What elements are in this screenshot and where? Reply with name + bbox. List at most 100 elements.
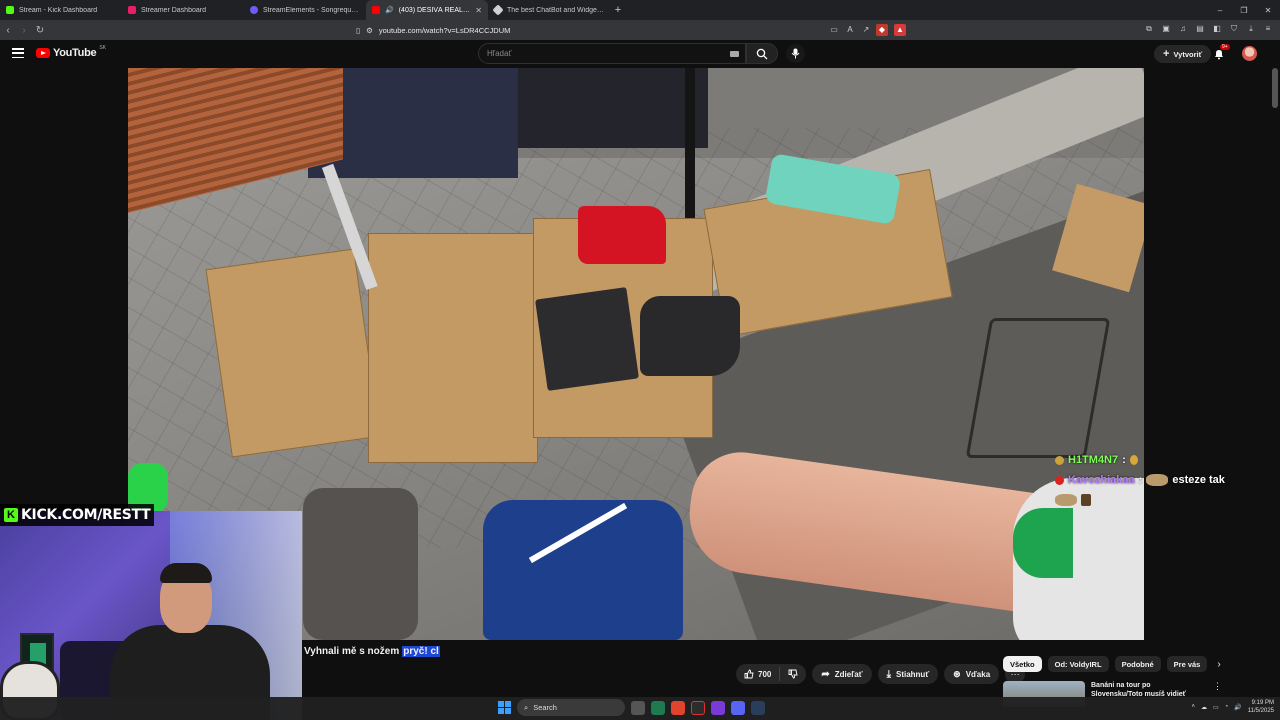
title-highlight: pryč! cl [402, 646, 440, 657]
tab-title: Stream - Kick Dashboard [19, 6, 98, 14]
taskbar-search-label: Search [533, 703, 557, 712]
profile-icon[interactable]: ◧ [1211, 23, 1223, 35]
dislike-button[interactable] [780, 669, 806, 679]
tab-title: Streamer Dashboard [141, 6, 206, 14]
notification-badge: 9+ [1220, 44, 1230, 50]
keyboard-icon[interactable] [730, 51, 739, 57]
menu-icon[interactable]: ≡ [1262, 23, 1274, 35]
brave-rewards-icon[interactable]: ▲ [894, 24, 906, 36]
speaker-icon: 🔊 [385, 7, 394, 14]
screen: Stream - Kick Dashboard Streamer Dashboa… [0, 0, 1280, 720]
thanks-button[interactable]: ⊛ Vďaka [944, 664, 1000, 684]
tab-streamer-dashboard[interactable]: Streamer Dashboard [122, 0, 244, 20]
back-icon[interactable]: ‹ [0, 25, 16, 36]
microphone-icon [791, 48, 800, 59]
chat-overlay: H1TM4N7 : Kavozhiakaa : esteze tak [1055, 450, 1255, 510]
tab-chatbot[interactable]: The best ChatBot and Widgets for Ki… [488, 0, 610, 20]
related-filter-chips: Všetko Od: VoldyIRL Podobné Pre vás › [1003, 656, 1221, 672]
like-button[interactable]: 700 [736, 667, 781, 681]
chat-message: Kavozhiakaa : esteze tak [1055, 470, 1255, 490]
video-scene-red-cloth [578, 206, 666, 264]
kick-favicon-icon [6, 6, 14, 14]
thanks-label: Vďaka [965, 669, 991, 679]
minimize-icon[interactable]: – [1208, 6, 1232, 15]
extension-icon[interactable]: ⧉ [1143, 23, 1155, 35]
chat-emote-icon [1129, 455, 1138, 465]
chip-related[interactable]: Podobné [1114, 656, 1161, 672]
chat-badge-icon [1055, 455, 1064, 465]
secondary-column [1144, 68, 1280, 640]
search-input[interactable]: Hľadať [478, 43, 746, 64]
media-icon[interactable]: ♫ [1177, 23, 1189, 35]
like-dislike-group: 700 [736, 664, 807, 684]
address-bar[interactable]: ▯ ⚙ youtube.com/watch?v=LsDR4CCJDUM [350, 23, 910, 37]
chip-for-you[interactable]: Pre vás [1166, 656, 1208, 672]
system-tray: ˄ ☁ ▭ ◔ 🔊 9:19 PM 11/5/2025 [1191, 699, 1274, 715]
video-scene-cart [965, 318, 1111, 458]
tab-title: (403) DĚSIVÁ REALITA CHILE… [398, 6, 471, 14]
download-button[interactable]: ⤓ Stiahnuť [877, 664, 939, 684]
download-icon: ⤓ [886, 668, 891, 680]
volume-icon[interactable]: 🔊 [1234, 704, 1241, 711]
chevron-up-icon[interactable]: ˄ [1191, 704, 1195, 710]
site-info-icon[interactable]: ⚙ [366, 26, 373, 35]
battery-icon[interactable]: ▭ [1213, 704, 1219, 711]
chevron-right-icon[interactable]: › [1217, 659, 1220, 670]
tab-youtube-video[interactable]: 🔊 (403) DĚSIVÁ REALITA CHILE… ✕ [366, 0, 488, 20]
like-count: 700 [758, 669, 772, 679]
windows-start-icon[interactable] [498, 701, 511, 714]
video-scene-black-cloth [640, 296, 740, 376]
taskbar-clock[interactable]: 9:19 PM 11/5/2025 [1248, 699, 1274, 715]
cast-icon[interactable]: ▭ [828, 24, 840, 36]
thumbs-up-icon [744, 669, 754, 679]
page-scrollbar[interactable] [1272, 68, 1278, 108]
vpn-icon[interactable]: ⛉ [1228, 23, 1240, 35]
clock-time: 9:19 PM [1251, 700, 1274, 706]
chip-all[interactable]: Všetko [1003, 656, 1042, 672]
tab-kick-dashboard[interactable]: Stream - Kick Dashboard [0, 0, 122, 20]
chat-emote-icon [1081, 494, 1091, 506]
taskbar-search[interactable]: ⌕ Search [517, 699, 625, 716]
search-placeholder: Hľadať [487, 49, 512, 58]
browser-tab-strip: Stream - Kick Dashboard Streamer Dashboa… [0, 0, 1280, 20]
create-button[interactable]: + Vytvoriť [1154, 45, 1212, 63]
onedrive-icon[interactable]: ☁ [1201, 704, 1207, 711]
chat-emote-icon [1055, 494, 1077, 506]
chip-from-channel[interactable]: Od: VoldyIRL [1047, 656, 1109, 672]
translate-icon[interactable]: A [844, 24, 856, 36]
search-icon [756, 48, 768, 59]
discord-icon[interactable] [731, 700, 745, 715]
cardboard-box [205, 248, 381, 458]
tab-title: StreamElements - Songrequest [263, 6, 360, 14]
steam-icon[interactable] [751, 700, 765, 715]
share-icon[interactable]: ↗ [860, 24, 872, 36]
network-icon[interactable]: ◔ [1225, 704, 1229, 710]
tab-streamelements[interactable]: StreamElements - Songrequest [244, 0, 366, 20]
video-scene-laptop [535, 287, 639, 391]
forward-icon[interactable]: › [16, 25, 32, 36]
notifications-button[interactable]: 9+ [1213, 44, 1230, 61]
maximize-icon[interactable]: ❐ [1232, 6, 1256, 15]
chat-emote-row [1055, 490, 1255, 510]
voice-search-button[interactable] [786, 44, 805, 63]
brave-shield-icon[interactable]: ◆ [876, 24, 888, 36]
new-tab-button[interactable]: + [610, 4, 626, 16]
close-tab-icon[interactable]: ✕ [475, 6, 482, 15]
search-button[interactable] [746, 43, 778, 64]
xbox-app-icon[interactable] [651, 700, 665, 715]
guide-menu-icon[interactable] [12, 48, 24, 58]
sidebar-icon[interactable]: ▣ [1160, 23, 1172, 35]
reload-icon[interactable]: ↻ [32, 25, 48, 36]
video-scene-pole [685, 68, 695, 228]
app-icon[interactable] [711, 700, 725, 715]
task-view-icon[interactable] [631, 700, 645, 715]
share-button[interactable]: ➦ Zdieľať [812, 664, 872, 684]
close-window-icon[interactable]: ✕ [1256, 6, 1280, 15]
downloads-icon[interactable]: ⤓ [1245, 23, 1257, 35]
obs-icon[interactable] [691, 700, 705, 715]
brave-browser-icon[interactable] [671, 700, 685, 715]
youtube-logo[interactable]: YouTube SK [36, 45, 106, 59]
account-avatar[interactable] [1242, 46, 1257, 61]
bookmark-icon[interactable]: ▯ [356, 26, 360, 35]
wallet-icon[interactable]: ▤ [1194, 23, 1206, 35]
